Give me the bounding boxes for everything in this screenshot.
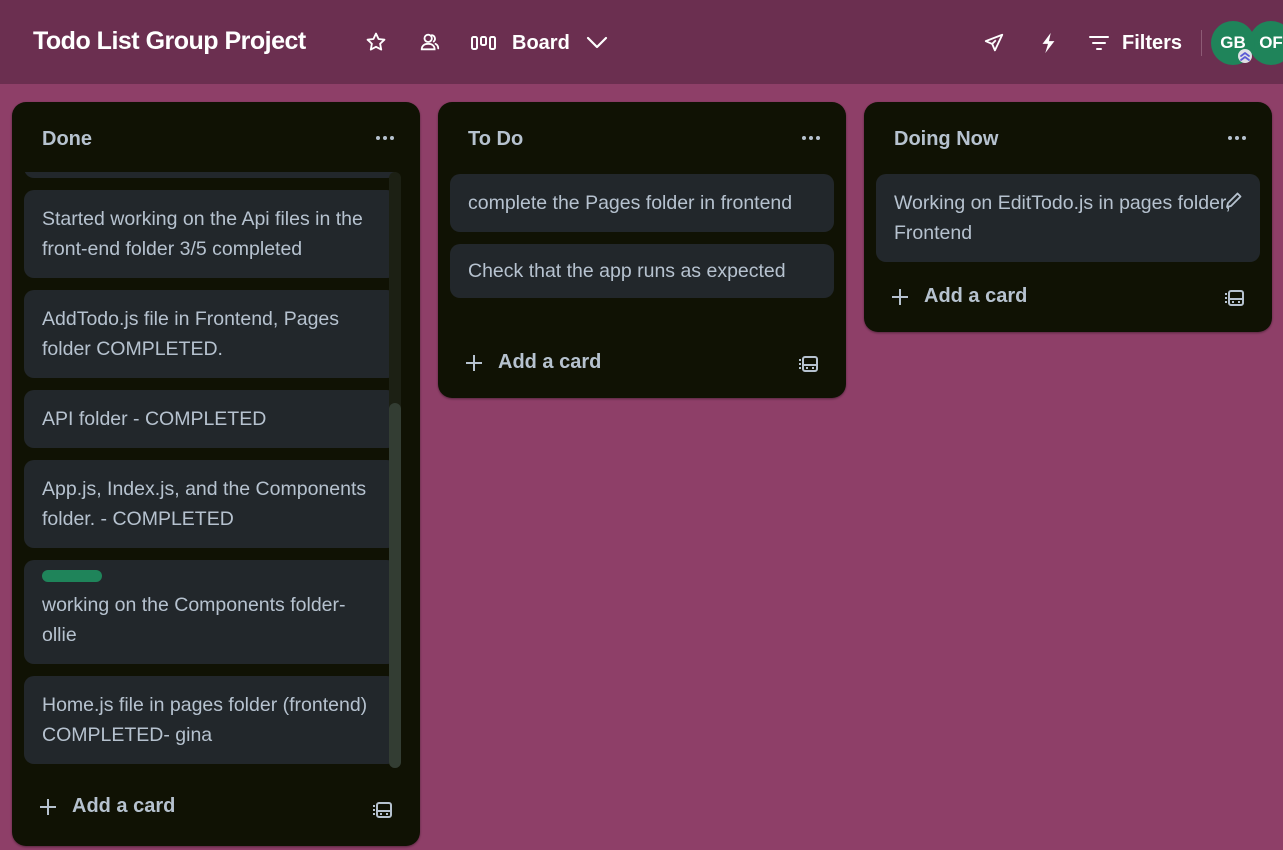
list-cards: complete the Pages folder in frontend Ch… bbox=[450, 174, 834, 310]
list-title[interactable]: To Do bbox=[468, 128, 523, 151]
card[interactable]: API folder - COMPLETED bbox=[24, 390, 397, 448]
header-divider bbox=[1201, 30, 1202, 56]
rocket-icon bbox=[984, 33, 1004, 52]
filter-icon bbox=[1089, 36, 1109, 50]
filters-label: Filters bbox=[1122, 31, 1183, 54]
star-board-button[interactable] bbox=[363, 29, 389, 55]
list-header: To Do bbox=[438, 102, 846, 174]
view-label: Board bbox=[512, 31, 570, 54]
card-title: Home.js file in pages folder (frontend) … bbox=[42, 694, 368, 746]
board-header: Todo List Group Project Board Filters GB… bbox=[0, 0, 1283, 84]
admin-chevrons-icon bbox=[1238, 49, 1252, 63]
board-view-icon bbox=[471, 36, 496, 50]
list-to-do: To Do complete the Pages folder in front… bbox=[438, 102, 846, 398]
card[interactable]: Home.js file in pages folder (frontend) … bbox=[24, 676, 397, 764]
card[interactable]: App.js, Index.js, and the Components fol… bbox=[24, 460, 397, 548]
card[interactable]: AddTodo.js file in Frontend, Pages folde… bbox=[24, 290, 397, 378]
card-title: complete the Pages folder in frontend bbox=[468, 192, 793, 214]
plus-icon bbox=[466, 354, 482, 371]
card[interactable]: working on the Components folder- ollie bbox=[24, 560, 397, 664]
add-card-label: Add a card bbox=[72, 795, 176, 817]
card-template-icon[interactable] bbox=[798, 353, 820, 375]
card-title: API folder - COMPLETED bbox=[42, 408, 267, 430]
plus-icon bbox=[40, 798, 56, 815]
card-template-icon[interactable] bbox=[1224, 287, 1246, 309]
visibility-button[interactable] bbox=[417, 29, 443, 55]
chevron-down-icon bbox=[586, 36, 607, 49]
card[interactable]: complete the Pages folder in frontend bbox=[450, 174, 834, 232]
card-title: App.js, Index.js, and the Components fol… bbox=[42, 478, 367, 530]
automation-button[interactable] bbox=[1036, 30, 1060, 56]
card-label-green[interactable] bbox=[42, 570, 102, 582]
list-title[interactable]: Doing Now bbox=[894, 128, 998, 151]
board-title[interactable]: Todo List Group Project bbox=[33, 27, 306, 56]
edit-pencil-icon[interactable] bbox=[1224, 190, 1244, 210]
card-title: working on the Components folder- ollie bbox=[42, 594, 346, 646]
card[interactable]: folder is COMPLETED. bbox=[24, 172, 397, 178]
power-ups-button[interactable] bbox=[981, 30, 1007, 56]
card[interactable]: Check that the app runs as expected bbox=[450, 244, 834, 298]
card[interactable]: Started working on the Api files in the … bbox=[24, 190, 397, 278]
list-cards: Working on EditTodo.js in pages folder, … bbox=[876, 174, 1260, 274]
star-icon bbox=[366, 32, 386, 51]
card-title: Working on EditTodo.js in pages folder, … bbox=[894, 192, 1231, 244]
list-header: Doing Now bbox=[864, 102, 1272, 174]
card[interactable]: Working on EditTodo.js in pages folder, … bbox=[876, 174, 1260, 262]
more-options-icon[interactable] bbox=[1226, 128, 1248, 148]
add-card-button[interactable]: Add a card bbox=[464, 351, 601, 374]
list-cards-scroll: folder is COMPLETED. Started working on … bbox=[24, 172, 397, 772]
add-card-button[interactable]: Add a card bbox=[890, 285, 1027, 308]
board-view-switcher[interactable]: Board bbox=[470, 26, 608, 60]
team-visibility-icon bbox=[420, 33, 440, 51]
add-card-label: Add a card bbox=[498, 351, 602, 373]
list-header: Done bbox=[12, 102, 420, 174]
plus-icon bbox=[892, 288, 908, 305]
more-options-icon[interactable] bbox=[800, 128, 822, 148]
add-card-button[interactable]: Add a card bbox=[38, 795, 175, 818]
add-card-label: Add a card bbox=[924, 285, 1028, 307]
card-title: Started working on the Api files in the … bbox=[42, 208, 363, 260]
card-title: Check that the app runs as expected bbox=[468, 260, 786, 282]
filters-button[interactable]: Filters bbox=[1088, 26, 1182, 60]
bolt-icon bbox=[1042, 32, 1055, 54]
list-title[interactable]: Done bbox=[42, 128, 92, 151]
list-doing-now: Doing Now Working on EditTodo.js in page… bbox=[864, 102, 1272, 332]
list-done: Done folder is COMPLETED. Started workin… bbox=[12, 102, 420, 846]
more-options-icon[interactable] bbox=[374, 128, 396, 148]
card-title: AddTodo.js file in Frontend, Pages folde… bbox=[42, 308, 340, 360]
list-scrollbar-thumb[interactable] bbox=[389, 403, 401, 768]
card-template-icon[interactable] bbox=[372, 799, 394, 821]
